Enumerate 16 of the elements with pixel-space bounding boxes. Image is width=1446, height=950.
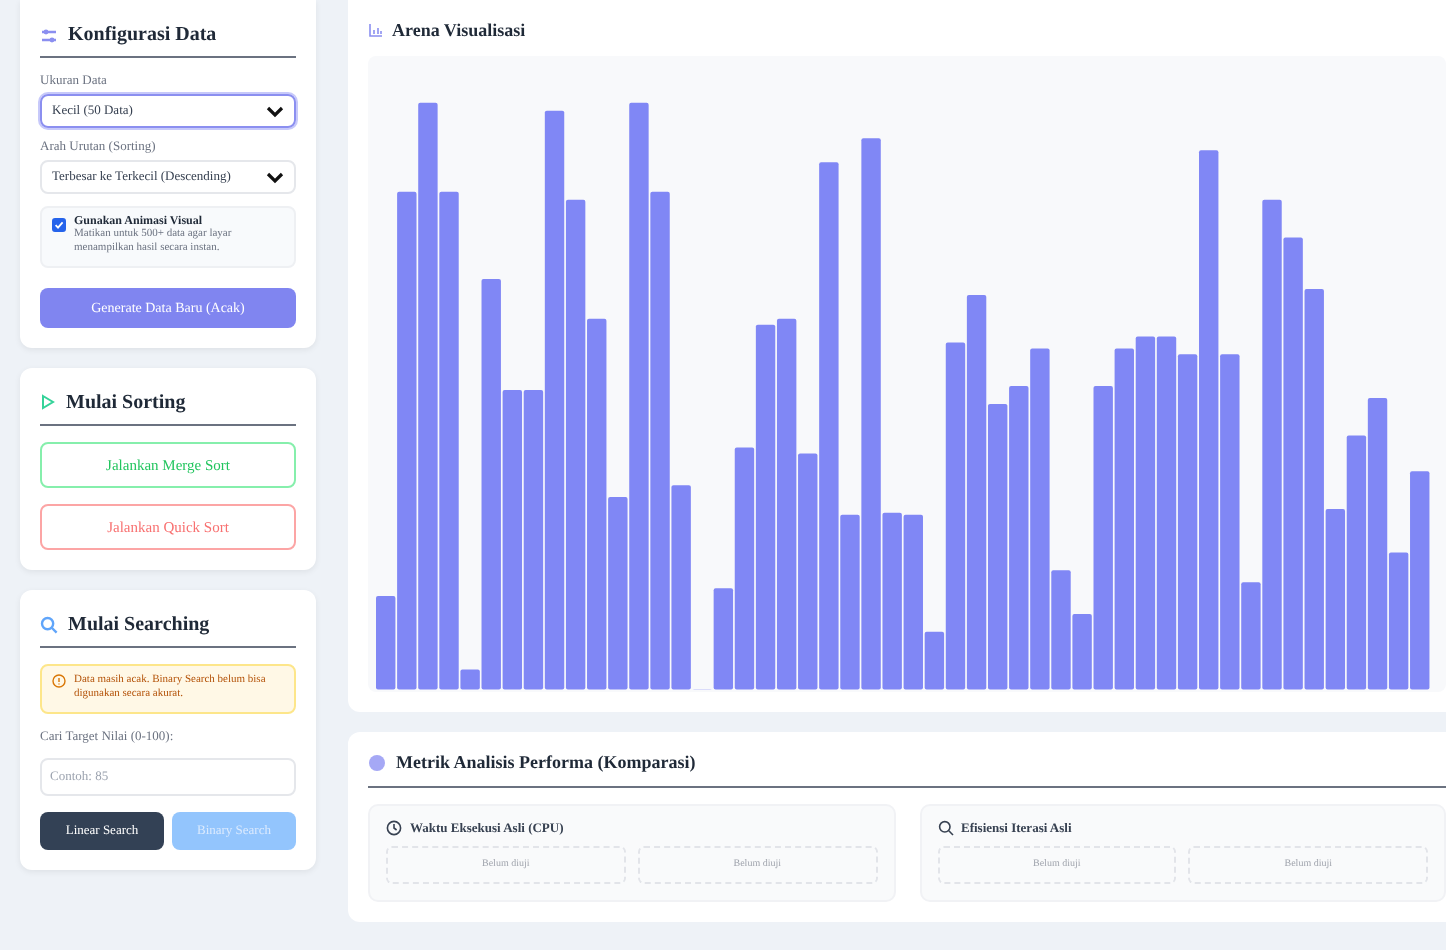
dot-icon <box>368 753 386 771</box>
panel-title: Metrik Analisis Performa (Komparasi) <box>396 752 696 772</box>
info-icon <box>52 673 66 688</box>
clock-icon <box>386 820 402 836</box>
sliders-icon <box>40 27 58 43</box>
chevron-down-icon <box>266 105 284 117</box>
play-icon <box>40 394 56 411</box>
checkbox[interactable] <box>52 218 66 232</box>
chevron-down-icon <box>266 171 284 183</box>
search-icon <box>40 615 58 634</box>
bar-chart-icon <box>368 22 384 38</box>
search-icon <box>937 820 953 836</box>
panel-title: Mulai Sorting <box>66 391 186 414</box>
panel-title: Konfigurasi Data <box>68 24 217 46</box>
panel-title: Arena Visualisasi <box>392 20 526 40</box>
panel-title: Mulai Searching <box>68 613 210 636</box>
